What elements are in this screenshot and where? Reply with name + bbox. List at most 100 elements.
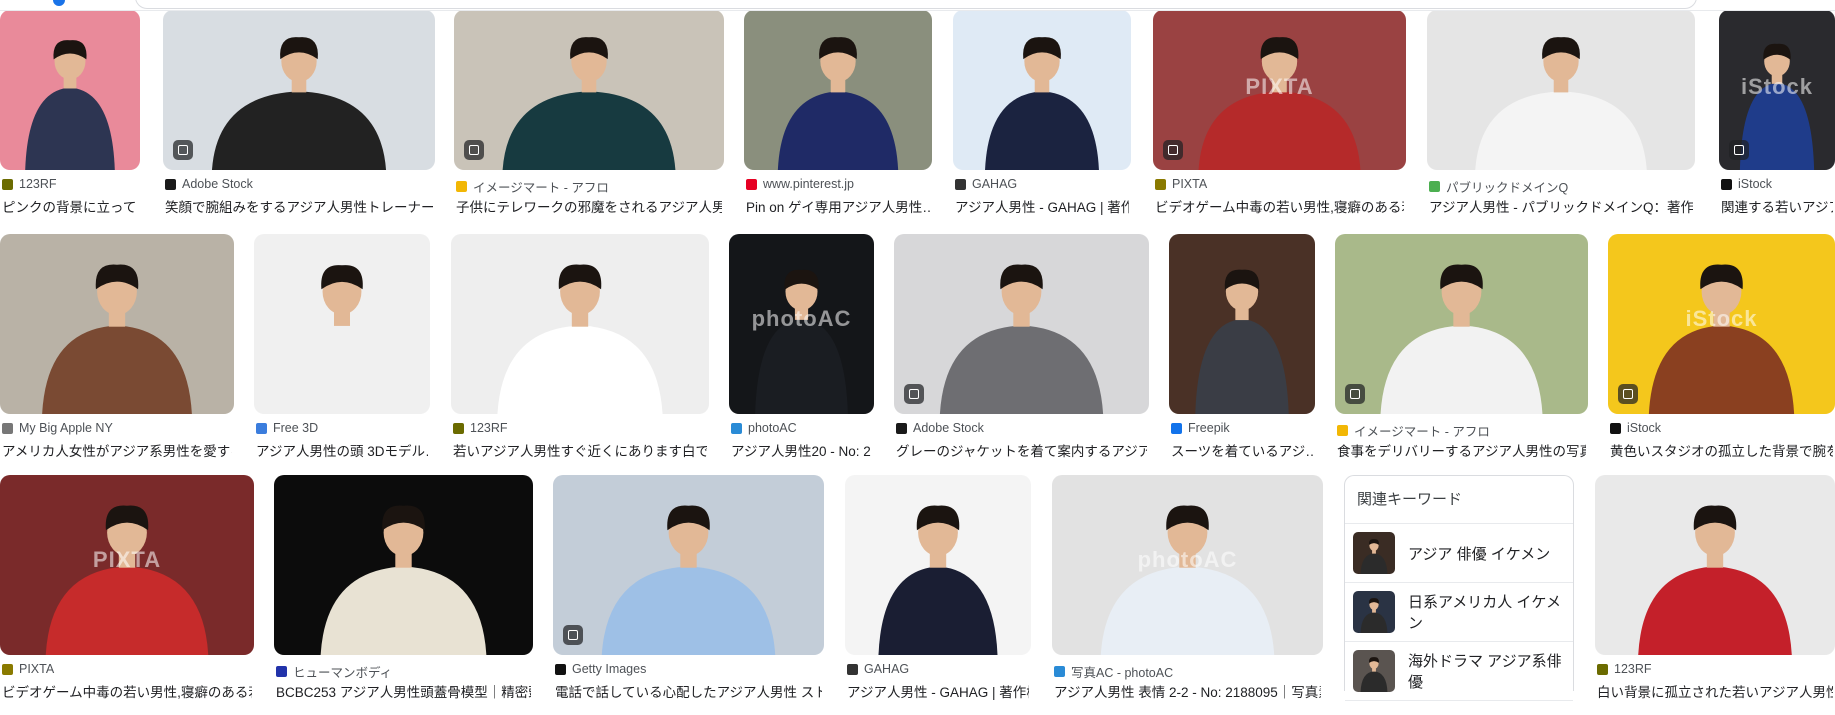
image-result-card[interactable]: GAHAG アジア人男性 - GAHAG | 著作… [953,10,1131,230]
result-source[interactable]: GAHAG [847,662,909,676]
result-title[interactable]: 食事をデリバリーするアジア人男性の写真… [1337,440,1586,460]
source-name: iStock [1627,421,1662,435]
image-result-card[interactable]: イメージマート - アフロ 食事をデリバリーするアジア人男性の写真… [1335,234,1588,474]
result-title[interactable]: グレーのジャケットを着て案内するアジア… [896,440,1147,460]
related-keyword-thumbnail [1353,650,1395,692]
image-thumbnail[interactable]: iStock [1608,234,1835,414]
result-title[interactable]: 黄色いスタジオの孤立した背景で腕を組 [1610,440,1833,460]
image-thumbnail[interactable] [1169,234,1315,414]
image-thumbnail[interactable] [1335,234,1588,414]
image-thumbnail[interactable]: PIXTA [0,475,254,655]
search-box-edge[interactable] [135,0,1697,9]
result-title[interactable]: アジア人男性 - パブリックドメインQ：著作権… [1429,196,1693,216]
result-source[interactable]: iStock [1610,421,1661,435]
result-title[interactable]: アジア人男性 表情 2-2 - No: 2188095｜写真素… [1054,681,1321,701]
result-title[interactable]: 電話で話している心配したアジア人男性 スト… [555,681,822,701]
source-name: PIXTA [1172,177,1208,191]
site-favicon-icon [456,181,467,192]
image-thumbnail[interactable] [454,10,724,170]
result-source[interactable]: PIXTA [2,662,54,676]
image-thumbnail[interactable] [894,234,1149,414]
result-source[interactable]: PIXTA [1155,177,1207,191]
image-thumbnail[interactable] [1427,10,1695,170]
image-result-card[interactable]: パブリックドメインQ アジア人男性 - パブリックドメインQ：著作権… [1427,10,1695,230]
result-title[interactable]: スーツを着ているアジ… [1171,440,1313,460]
image-result-card[interactable]: Adobe Stock 笑顔で腕組みをするアジア人男性トレーナー S… [163,10,435,230]
site-favicon-icon [746,178,757,190]
result-source[interactable]: パブリックドメインQ [1429,177,1568,196]
image-result-card[interactable]: photoAC 写真AC - photoAC アジア人男性 表情 2-2 - No:… [1052,475,1323,715]
image-result-card[interactable]: Getty Images 電話で話している心配したアジア人男性 スト… [553,475,824,715]
result-title[interactable]: アジア人男性20 - No: 2… [731,440,872,460]
image-result-card[interactable]: ヒューマンボディ BCBC253 アジア人男性頭蓋骨模型｜精密頭… [274,475,533,715]
result-source[interactable]: 123RF [2,177,57,191]
result-title[interactable]: ビデオゲーム中毒の若い男性,寝癖のある若… [2,681,252,701]
image-result-card[interactable]: イメージマート - アフロ 子供にテレワークの邪魔をされるアジア人男… [454,10,724,230]
image-result-card[interactable]: GAHAG アジア人男性 - GAHAG | 著作権… [845,475,1031,715]
image-thumbnail[interactable] [953,10,1131,170]
result-title[interactable]: アジア人男性の頭 3Dモデル… [256,440,428,460]
result-title[interactable]: BCBC253 アジア人男性頭蓋骨模型｜精密頭… [276,681,531,701]
result-title[interactable]: 子供にテレワークの邪魔をされるアジア人男… [456,196,722,216]
result-source[interactable]: 写真AC - photoAC [1054,662,1173,681]
result-source[interactable]: 123RF [453,421,508,435]
image-result-card[interactable]: PIXTA PIXTA ビデオゲーム中毒の若い男性,寝癖のある若… [1153,10,1406,230]
image-result-card[interactable]: Freepik スーツを着ているアジ… [1169,234,1315,474]
related-keyword-item[interactable]: アジア 俳優 イケメン [1345,524,1573,583]
image-thumbnail[interactable] [0,10,140,170]
image-result-card[interactable]: PIXTA PIXTA ビデオゲーム中毒の若い男性,寝癖のある若… [0,475,254,715]
image-thumbnail[interactable] [553,475,824,655]
image-thumbnail[interactable] [254,234,430,414]
result-source[interactable]: Free 3D [256,421,318,435]
image-thumbnail[interactable] [1595,475,1835,655]
image-result-card[interactable]: photoAC photoAC アジア人男性20 - No: 2… [729,234,874,474]
related-keyword-item[interactable]: 日系アメリカ人 イケメン [1345,583,1573,642]
result-source[interactable]: ヒューマンボディ [276,662,392,681]
image-result-card[interactable]: Free 3D アジア人男性の頭 3Dモデル… [254,234,430,474]
image-result-card[interactable]: Adobe Stock グレーのジャケットを着て案内するアジア… [894,234,1149,474]
image-thumbnail[interactable] [0,234,234,414]
result-source[interactable]: photoAC [731,421,797,435]
result-title[interactable]: アジア人男性 - GAHAG | 著作… [955,196,1129,216]
result-title[interactable]: アジア人男性 - GAHAG | 著作権… [847,681,1029,701]
image-thumbnail[interactable]: photoAC [729,234,874,414]
result-title[interactable]: アメリカ人女性がアジア系男性を愛する… [2,440,232,460]
result-title[interactable]: Pin on ゲイ専用アジア人男性… [746,196,930,216]
image-thumbnail[interactable]: PIXTA [1153,10,1406,170]
related-keyword-item[interactable]: 海外ドラマ アジア系俳優 [1345,642,1573,701]
image-thumbnail[interactable] [845,475,1031,655]
image-thumbnail[interactable] [163,10,435,170]
result-source[interactable]: www.pinterest.jp [746,177,854,191]
result-source[interactable]: iStock [1721,177,1772,191]
result-source[interactable]: My Big Apple NY [2,421,113,435]
image-thumbnail[interactable] [451,234,709,414]
result-source[interactable]: イメージマート - アフロ [1337,421,1490,440]
result-title[interactable]: ピンクの背景に立って… [2,196,138,216]
image-result-card[interactable]: iStock iStock 関連する若いアジア人 [1719,10,1835,230]
image-result-card[interactable]: www.pinterest.jp Pin on ゲイ専用アジア人男性… [744,10,932,230]
image-result-card[interactable]: 123RF 白い背景に孤立された若いアジア人男性… [1595,475,1835,715]
result-title[interactable]: 関連する若いアジア人 [1721,196,1833,216]
image-thumbnail[interactable]: iStock [1719,10,1835,170]
result-source[interactable]: Freepik [1171,421,1230,435]
result-source[interactable]: Adobe Stock [896,421,984,435]
result-source[interactable]: Getty Images [555,662,646,676]
result-title[interactable]: ビデオゲーム中毒の若い男性,寝癖のある若… [1155,196,1404,216]
image-thumbnail[interactable]: photoAC [1052,475,1323,655]
result-title[interactable]: 若いアジア人男性すぐ近くにあります白で… [453,440,707,460]
image-type-icon [904,384,924,404]
image-result-card[interactable]: 123RF ピンクの背景に立って… [0,10,140,230]
site-favicon-icon [1610,422,1621,434]
result-title[interactable]: 白い背景に孤立された若いアジア人男性… [1597,681,1833,701]
result-source[interactable]: イメージマート - アフロ [456,177,609,196]
result-title[interactable]: 笑顔で腕組みをするアジア人男性トレーナー S… [165,196,433,216]
image-thumbnail[interactable] [744,10,932,170]
result-source[interactable]: GAHAG [955,177,1017,191]
image-thumbnail[interactable] [274,475,533,655]
image-result-card[interactable]: 123RF 若いアジア人男性すぐ近くにあります白で… [451,234,709,474]
image-result-card[interactable]: iStock iStock 黄色いスタジオの孤立した背景で腕を組 [1608,234,1835,474]
site-favicon-icon [847,663,858,675]
image-result-card[interactable]: My Big Apple NY アメリカ人女性がアジア系男性を愛する… [0,234,234,474]
result-source[interactable]: 123RF [1597,662,1652,676]
result-source[interactable]: Adobe Stock [165,177,253,191]
